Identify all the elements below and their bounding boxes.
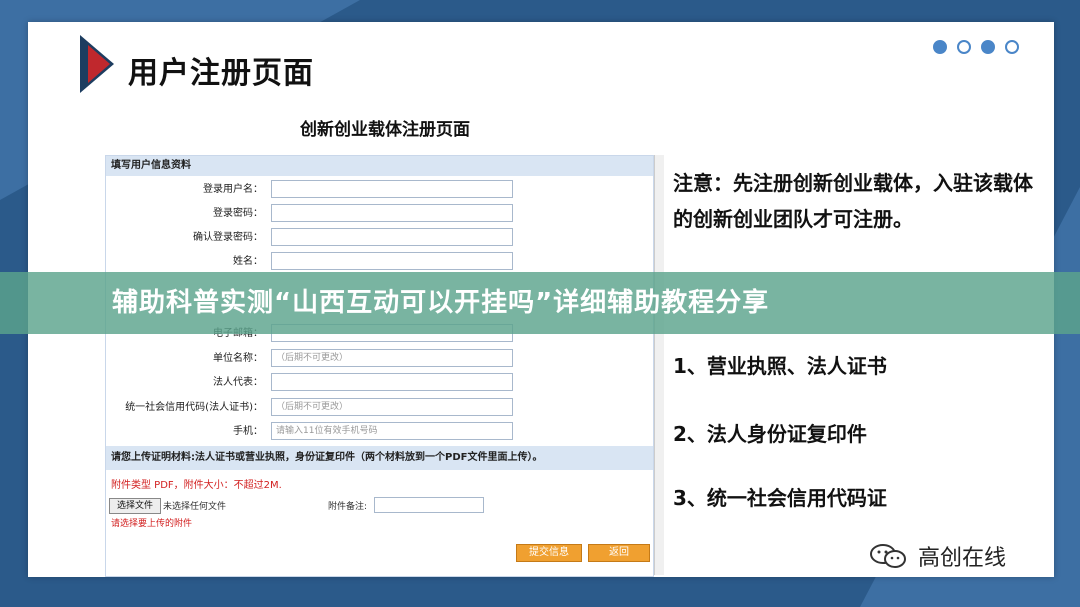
- pagination-dot[interactable]: [957, 40, 971, 54]
- field-organization: 单位名称： （后期不可更改）: [106, 349, 653, 373]
- phone-input[interactable]: 请输入11位有效手机号码: [271, 422, 513, 440]
- scrollbar[interactable]: [654, 155, 664, 575]
- field-label: 单位名称：: [213, 353, 263, 364]
- slide-title: 用户注册页面: [128, 56, 314, 91]
- field-label: 姓名：: [233, 256, 263, 267]
- registration-form-screenshot: 创新创业载体注册页面 填写用户信息资料 登录用户名： 登录密码： 确认登录密码：…: [105, 115, 665, 577]
- name-input[interactable]: [271, 252, 513, 270]
- no-file-text: 未选择任何文件: [163, 502, 227, 512]
- requirement-item: 2、法人身份证复印件: [673, 422, 867, 446]
- field-label: 统一社会信用代码(法人证书)：: [125, 402, 263, 413]
- registration-note: 注意：先注册创新创业载体，入驻该载体的创新创业团队才可注册。: [673, 171, 1033, 231]
- field-username: 登录用户名：: [106, 180, 653, 204]
- select-attachment-hint: 请选择要上传的附件: [111, 519, 193, 529]
- field-label: 登录用户名：: [203, 184, 263, 195]
- form-section-title: 填写用户信息资料: [106, 156, 653, 176]
- field-credit-code: 统一社会信用代码(法人证书)： （后期不可更改）: [106, 398, 653, 422]
- field-label: 法人代表：: [213, 377, 263, 388]
- wechat-icon: [868, 542, 910, 570]
- title-arrow-accent-icon: [88, 45, 110, 83]
- field-confirm-password: 确认登录密码：: [106, 228, 653, 252]
- requirement-item: 3、统一社会信用代码证: [673, 486, 887, 510]
- attachment-note-label: 附件备注:: [328, 502, 368, 512]
- pagination-dot[interactable]: [933, 40, 947, 54]
- attachment-note-input[interactable]: [374, 497, 484, 513]
- field-label: 登录密码：: [213, 208, 263, 219]
- pagination-dot[interactable]: [981, 40, 995, 54]
- requirement-item: 1、营业执照、法人证书: [673, 354, 887, 378]
- password-input[interactable]: [271, 204, 513, 222]
- username-input[interactable]: [271, 180, 513, 198]
- watermark-text: 高创在线: [918, 546, 1007, 571]
- pagination-dot[interactable]: [1005, 40, 1019, 54]
- upload-instructions: 请您上传证明材料:法人证书或营业执照，身份证复印件（两个材料放到一个PDF文件里…: [106, 446, 653, 470]
- field-legal-representative: 法人代表：: [106, 373, 653, 397]
- organization-input[interactable]: （后期不可更改）: [271, 349, 513, 367]
- choose-file-button[interactable]: 选择文件: [109, 498, 161, 514]
- field-password: 登录密码：: [106, 204, 653, 228]
- submit-button[interactable]: 提交信息: [516, 544, 582, 562]
- legal-representative-input[interactable]: [271, 373, 513, 391]
- form-heading: 创新创业载体注册页面: [300, 120, 470, 140]
- field-label: 手机：: [233, 426, 263, 437]
- upload-hint: 附件类型 PDF，附件大小：不超过2M.: [111, 480, 282, 491]
- slide-pagination: [933, 40, 1019, 54]
- form-box: 填写用户信息资料 登录用户名： 登录密码： 确认登录密码： 姓名： 电子邮箱： …: [105, 155, 654, 577]
- banner-text: 辅助科普实测“山西互动可以开挂吗”详细辅助教程分享: [112, 288, 770, 318]
- credit-code-input[interactable]: （后期不可更改）: [271, 398, 513, 416]
- back-button[interactable]: 返回: [588, 544, 650, 562]
- watermark: 高创在线: [868, 540, 1006, 572]
- confirm-password-input[interactable]: [271, 228, 513, 246]
- field-phone: 手机： 请输入11位有效手机号码: [106, 422, 653, 446]
- overlay-banner: 辅助科普实测“山西互动可以开挂吗”详细辅助教程分享: [0, 272, 1080, 334]
- field-label: 确认登录密码：: [193, 232, 263, 243]
